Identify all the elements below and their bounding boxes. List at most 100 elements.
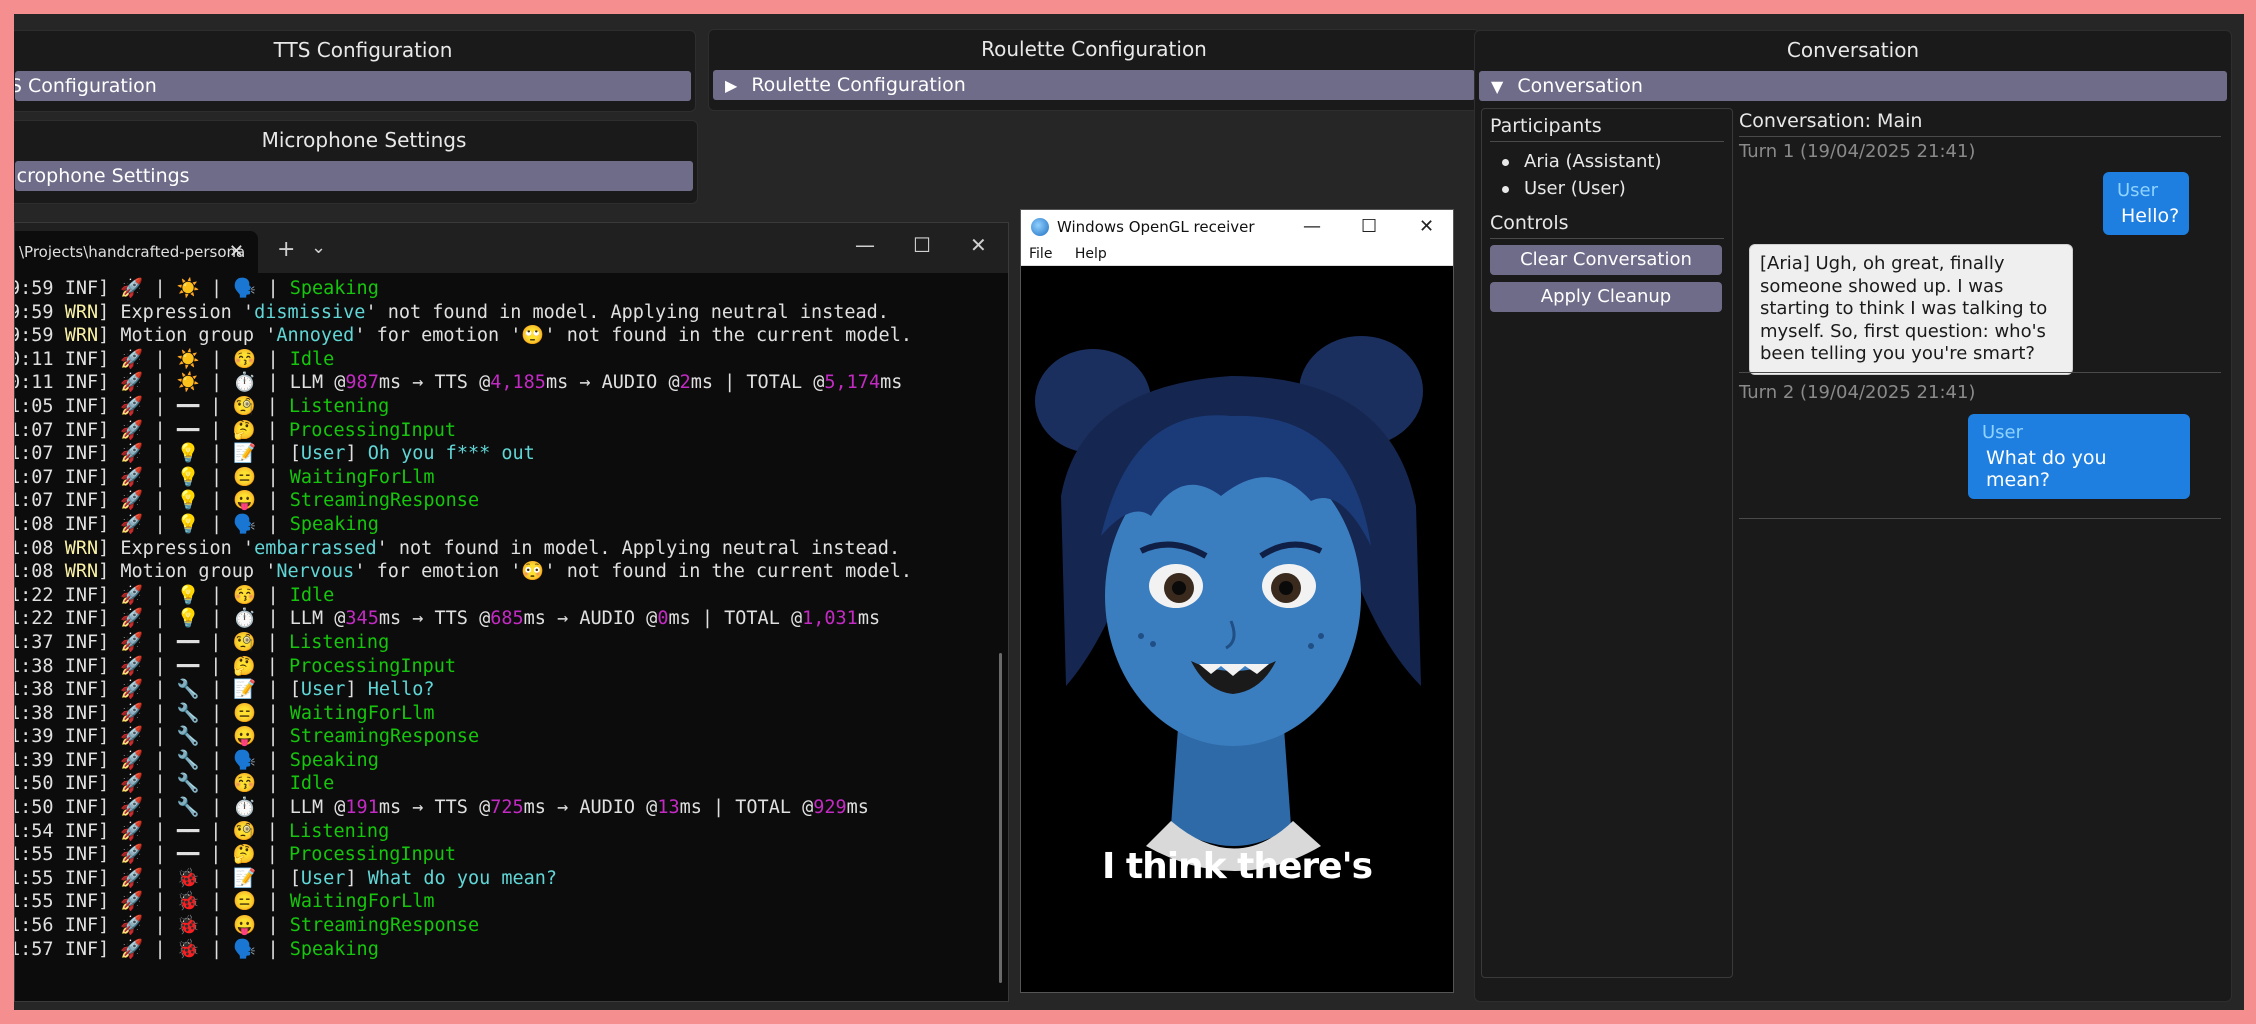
terminal-log-line: 9:59 WRN] Expression 'dismissive' not fo… [15,301,1008,325]
terminal-log-line: 1:55 INF] 🚀 | 🐞 | 📝 | [User] What do you… [15,867,1008,891]
log-segment: Speaking [289,278,379,299]
chevron-down-icon[interactable]: ⌄ [311,237,326,258]
log-segment: ProcessingInput [288,655,457,677]
expanded-arrow-icon: ▼ [1491,77,1504,96]
log-segment: embarrassed [254,537,377,559]
log-segment: 1:22 INF] 🚀 | 💡 | ⏱️ | LLM @ [15,608,346,630]
log-segment: 345 [345,608,379,630]
log-segment: 1:55 INF] 🚀 | 🐞 | 😑 | [15,891,290,913]
terminal-log-line: 9:59 WRN] Motion group 'Annoyed' for emo… [15,324,1008,348]
log-segment: ] Expression ' [98,537,255,559]
menu-file[interactable]: File [1029,246,1052,262]
log-segment: Speaking [289,513,379,535]
close-icon[interactable]: ✕ [1419,210,1434,244]
log-segment: WaitingForLlm [289,891,435,913]
terminal-log-line: 1:08 WRN] Expression 'embarrassed' not f… [15,537,1008,561]
log-segment: StreamingResponse [289,726,480,748]
log-segment: ms → AUDIO @ [523,797,658,819]
tts-config-panel: TTS Configuration TTS Configuration [14,30,696,112]
log-segment: 1:22 INF] 🚀 | 💡 | 😚 | [15,584,290,606]
menu-help[interactable]: Help [1075,246,1107,262]
minimize-icon[interactable]: — [855,233,875,257]
opengl-receiver-window: Windows OpenGL receiver — ☐ ✕ File Help [1020,209,1454,993]
log-segment: 191 [345,797,379,819]
log-segment: 13 [657,797,680,819]
maximize-icon[interactable]: ☐ [913,233,931,257]
terminal-scrollbar[interactable] [999,653,1002,983]
log-segment: WRN [64,301,99,323]
log-segment: ] [345,867,368,889]
log-segment: 1:07 INF] 🚀 | 💡 | 📝 | [ [15,443,301,465]
terminal-log-line: 1:07 INF] 🚀 | 💡 | 😑 | WaitingForLlm [15,466,1008,490]
log-segment: Speaking [289,749,379,771]
conversation-sidebar: Participants Aria (Assistant) User (User… [1481,108,1733,978]
log-segment: Idle [289,773,335,795]
terminal-tab[interactable]: \Projects\handcrafted-persona ✕ [15,231,258,273]
log-segment: WaitingForLlm [289,466,435,488]
log-segment: 1:05 INF] 🚀 | ━━ | 🧐 | [15,395,289,417]
terminal-output[interactable]: 9:59 INF] 🚀 | ☀️ | 🗣️ | Speaking9:59 WRN… [15,273,1008,1003]
log-segment: ProcessingInput [288,844,457,866]
maximize-icon[interactable]: ☐ [1361,210,1377,244]
terminal-log-line: 1:05 INF] 🚀 | ━━ | 🧐 | Listening [15,395,1008,419]
terminal-log-line: 1:07 INF] 🚀 | 💡 | 😛 | StreamingResponse [15,489,1008,513]
terminal-log-line: 0:11 INF] 🚀 | ☀️ | ⏱️ | LLM @987ms → TTS… [15,371,1008,395]
log-segment: ProcessingInput [288,419,457,441]
log-segment: Oh you f*** out [367,443,535,465]
log-segment: Listening [288,395,390,417]
log-segment: ] Motion group ' [98,325,277,347]
close-icon[interactable]: ✕ [970,233,987,257]
log-segment: ] Expression ' [98,301,255,323]
roulette-header-label: Roulette Configuration [751,74,966,96]
log-segment: ms | TOTAL @ [668,608,803,630]
terminal-log-line: 1:50 INF] 🚀 | 🔧 | ⏱️ | LLM @191ms → TTS … [15,796,1008,820]
log-segment: What do you mean? [367,867,558,889]
log-segment: StreamingResponse [289,490,480,512]
log-segment: 5,174 [824,372,881,394]
terminal-log-line: 1:57 INF] 🚀 | 🐞 | 🗣️ | Speaking [15,938,1008,962]
conversation-header[interactable]: ▼ Conversation [1479,71,2227,101]
terminal-log-line: 1:38 INF] 🚀 | ━━ | 🤔 | ProcessingInput [15,655,1008,679]
log-segment: 1,031 [802,608,858,630]
tts-panel-title: TTS Configuration [273,38,453,62]
mic-settings-header[interactable]: Microphone Settings [15,161,693,191]
minimize-icon[interactable]: — [1303,210,1321,244]
log-segment: 0:11 INF] 🚀 | ☀️ | ⏱️ | LLM @ [15,372,346,394]
log-segment: dismissive [254,301,366,323]
log-segment: 9:59 [15,301,54,323]
log-segment: 1:39 INF] 🚀 | 🔧 | 😛 | [15,726,290,748]
clear-conversation-button[interactable]: Clear Conversation [1490,245,1722,275]
log-segment: 1:50 INF] 🚀 | 🔧 | ⏱️ | LLM @ [15,797,346,819]
terminal-log-line: 1:22 INF] 🚀 | 💡 | 😚 | Idle [15,584,1008,608]
log-segment: ' not found in model. Applying neutral i… [376,537,901,559]
tts-config-header[interactable]: TTS Configuration [15,71,691,101]
apply-cleanup-button[interactable]: Apply Cleanup [1490,282,1722,312]
speech-subtitle: I think there's [1101,846,1373,887]
log-segment: ms → TTS @ [378,797,491,819]
log-segment: ] Motion group ' [98,561,277,583]
terminal-window: \Projects\handcrafted-persona ✕ + ⌄ — ☐ … [14,222,1009,1002]
log-segment: 2 [679,372,691,394]
log-segment: ms | TOTAL @ [690,372,825,394]
log-segment: 1:55 INF] 🚀 | ━━ | 🤔 | [15,844,289,866]
log-segment: Annoyed [276,325,355,347]
log-segment: ms [880,372,903,394]
log-segment: 1:57 INF] 🚀 | 🐞 | 🗣️ | [15,938,290,960]
new-tab-icon[interactable]: + [277,237,295,262]
log-segment: Listening [288,631,390,653]
gl-menu-bar: File Help [1021,244,1453,266]
roulette-config-header[interactable]: ▶ Roulette Configuration [713,70,1475,100]
close-tab-icon[interactable]: ✕ [229,231,244,273]
conversation-header-label: Conversation [1517,75,1643,97]
log-segment: 1:56 INF] 🚀 | 🐞 | 😛 | [15,915,290,937]
gl-window-title: Windows OpenGL receiver [1057,218,1255,236]
mic-settings-panel: Microphone Settings Microphone Settings [14,120,698,204]
gl-title-bar: Windows OpenGL receiver — ☐ ✕ [1021,210,1453,244]
conversation-title: Conversation: Main [1739,108,2221,137]
log-segment: 1:08 [15,537,54,559]
log-segment: WRN [64,561,99,583]
log-segment: ' not found in model. Applying neutral i… [365,301,889,323]
log-segment: 4,185 [490,372,546,394]
terminal-log-line: 1:22 INF] 🚀 | 💡 | ⏱️ | LLM @345ms → TTS … [15,607,1008,631]
log-segment: WRN [64,537,99,559]
